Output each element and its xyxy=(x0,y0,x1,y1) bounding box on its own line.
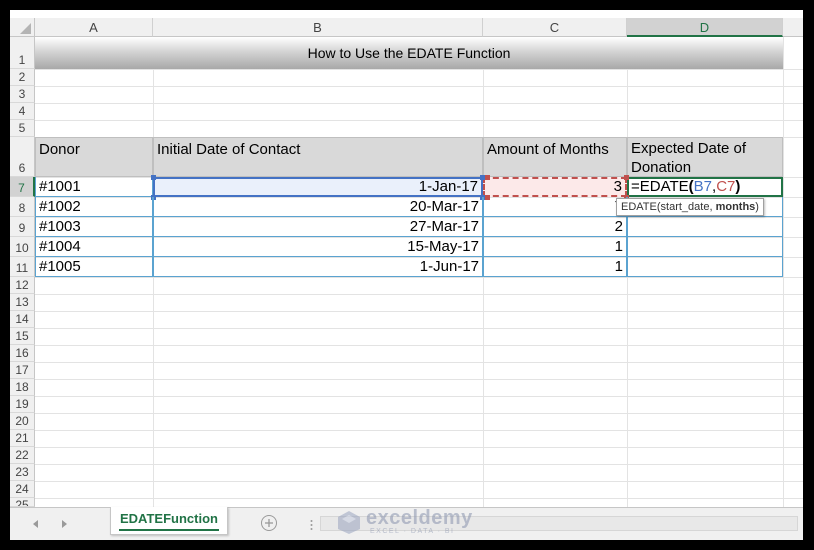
watermark-name: exceldemy xyxy=(366,507,473,529)
table-cell-months[interactable]: 2 xyxy=(483,217,627,237)
column-header-b[interactable]: B xyxy=(153,18,483,37)
header-amount-months[interactable]: Amount of Months xyxy=(483,137,627,177)
table-cell-months[interactable]: 1 xyxy=(483,237,627,257)
watermark-tagline: EXCEL · DATA · BI xyxy=(370,528,455,535)
row-header-14[interactable]: 14 xyxy=(10,311,35,328)
row-header-6[interactable]: 6 xyxy=(10,137,35,177)
column-header-d[interactable]: D xyxy=(627,18,783,37)
table-cell-donor[interactable]: #1001 xyxy=(35,177,153,197)
table-cell-donor[interactable]: #1003 xyxy=(35,217,153,237)
row-header-8[interactable]: 8 xyxy=(10,197,35,217)
formula-ref-start-date: B7 xyxy=(693,178,713,195)
table-cell-date[interactable]: 20-Mar-17 xyxy=(153,197,483,217)
table-cell-months[interactable]: 7 xyxy=(483,197,627,217)
formula-ref-months: C7 xyxy=(716,178,736,195)
scroll-tabs-left-icon[interactable] xyxy=(30,517,42,531)
table-cell-months[interactable]: 3 xyxy=(483,177,627,197)
row-header-5[interactable]: 5 xyxy=(10,120,35,137)
row-header-24[interactable]: 24 xyxy=(10,481,35,498)
row-header-18[interactable]: 18 xyxy=(10,379,35,396)
table-cell-date[interactable]: 15-May-17 xyxy=(153,237,483,257)
row-header-7[interactable]: 7 xyxy=(10,177,35,197)
header-expected-date[interactable]: Expected Date of Donation xyxy=(627,137,783,177)
row-header-25[interactable]: 25 xyxy=(10,498,35,507)
spreadsheet-window: A B C D 1 2 3 4 5 6 7 8 9 10 11 12 13 14… xyxy=(10,10,803,540)
tab-split-divider[interactable] xyxy=(310,518,313,530)
row-header-21[interactable]: 21 xyxy=(10,430,35,447)
row-header-19[interactable]: 19 xyxy=(10,396,35,413)
table-cell-expected[interactable] xyxy=(627,217,783,237)
active-cell-formula[interactable]: =EDATE(B7,C7) xyxy=(627,177,783,197)
range-handle[interactable] xyxy=(151,175,156,180)
row-header-3[interactable]: 3 xyxy=(10,86,35,103)
formula-paren-close: ) xyxy=(735,178,741,195)
row-header-22[interactable]: 22 xyxy=(10,447,35,464)
row-header-2[interactable]: 2 xyxy=(10,69,35,86)
header-initial-date[interactable]: Initial Date of Contact xyxy=(153,137,483,177)
sheet-tab-edatefunction[interactable]: EDATEFunction xyxy=(110,507,228,535)
function-tooltip: EDATE(start_date, months) xyxy=(616,198,764,216)
column-header-c[interactable]: C xyxy=(483,18,627,37)
range-handle[interactable] xyxy=(624,175,629,180)
tooltip-signature: EDATE(start_date, xyxy=(621,201,716,213)
scroll-tabs-right-icon[interactable] xyxy=(58,517,70,531)
row-header-16[interactable]: 16 xyxy=(10,345,35,362)
row-header-9[interactable]: 9 xyxy=(10,217,35,237)
select-all-corner[interactable] xyxy=(10,18,35,37)
row-header-23[interactable]: 23 xyxy=(10,464,35,481)
row-header-11[interactable]: 11 xyxy=(10,257,35,277)
table-cell-date[interactable]: 1-Jun-17 xyxy=(153,257,483,277)
tooltip-close: ) xyxy=(755,201,759,213)
column-header-e[interactable] xyxy=(783,18,803,37)
table-cell-donor[interactable]: #1005 xyxy=(35,257,153,277)
row-header-20[interactable]: 20 xyxy=(10,413,35,430)
range-handle[interactable] xyxy=(485,175,490,180)
exceldemy-logo-icon xyxy=(338,511,360,534)
watermark: exceldemy EXCEL · DATA · BI xyxy=(336,507,486,537)
table-cell-months[interactable]: 1 xyxy=(483,257,627,277)
table-cell-expected[interactable] xyxy=(627,257,783,277)
row-header-12[interactable]: 12 xyxy=(10,277,35,294)
row-header-17[interactable]: 17 xyxy=(10,362,35,379)
table-cell-donor[interactable]: #1004 xyxy=(35,237,153,257)
sheet-tab-label: EDATEFunction xyxy=(120,511,218,526)
row-header-15[interactable]: 15 xyxy=(10,328,35,345)
column-header-a[interactable]: A xyxy=(35,18,153,37)
header-donor[interactable]: Donor xyxy=(35,137,153,177)
row-header-10[interactable]: 10 xyxy=(10,237,35,257)
table-cell-date[interactable]: 27-Mar-17 xyxy=(153,217,483,237)
add-sheet-button[interactable] xyxy=(260,514,278,532)
table-cell-date[interactable]: 1-Jan-17 xyxy=(153,177,483,197)
row-header-4[interactable]: 4 xyxy=(10,103,35,120)
formula-prefix: =EDATE xyxy=(631,178,689,195)
tooltip-current-arg: months xyxy=(715,201,756,213)
sheet-title-banner[interactable]: How to Use the EDATE Function xyxy=(35,37,783,69)
table-cell-donor[interactable]: #1002 xyxy=(35,197,153,217)
table-cell-expected[interactable] xyxy=(627,237,783,257)
row-header-13[interactable]: 13 xyxy=(10,294,35,311)
row-header-1[interactable]: 1 xyxy=(10,37,35,69)
